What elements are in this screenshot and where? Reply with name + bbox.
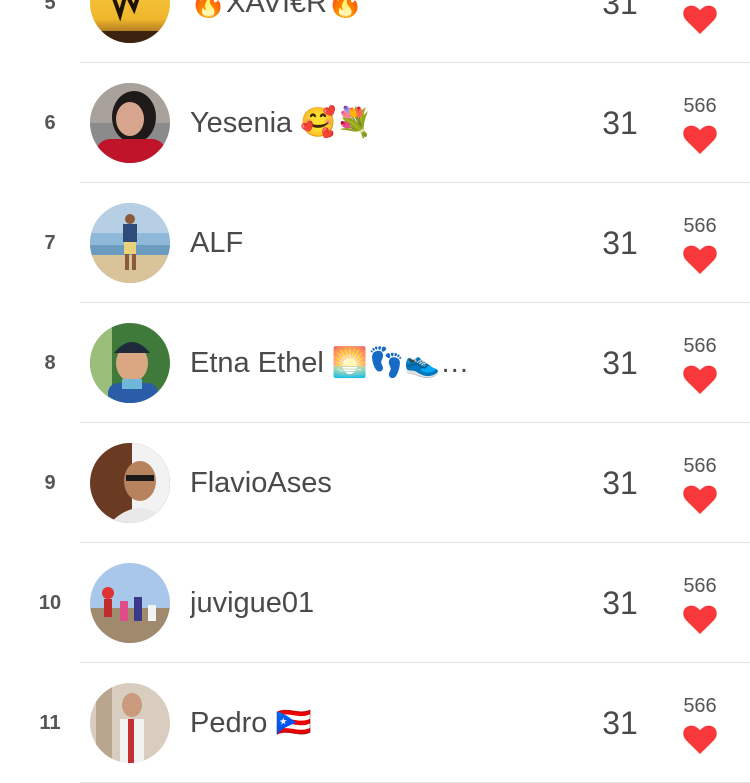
leaderboard-row[interactable]: 8 Etna Ethel 🌅👣👟… 31 566	[0, 303, 750, 423]
like-count: 566	[683, 575, 717, 597]
silhouette-sunset-avatar[interactable]	[90, 0, 170, 43]
rank-number: 11	[39, 712, 61, 734]
like-count: 566	[683, 95, 717, 117]
user-photo-avatar[interactable]	[90, 83, 170, 163]
player-name[interactable]: 🔥XAVI€R🔥	[190, 0, 570, 21]
player-name[interactable]: Yesenia 🥰💐	[190, 105, 570, 141]
rank-number: 8	[44, 352, 56, 374]
heart-icon[interactable]	[683, 365, 717, 395]
rank-number: 6	[44, 112, 56, 134]
beach-photo-avatar[interactable]	[90, 203, 170, 283]
score-value: 31	[602, 105, 638, 141]
score-value: 31	[602, 705, 638, 741]
player-name[interactable]: juvigue01	[190, 585, 570, 621]
leaderboard-row[interactable]: 10 juvigue01 31 566	[0, 543, 750, 663]
rank-number: 5	[44, 0, 56, 14]
user-photo-avatar[interactable]	[90, 443, 170, 523]
leaderboard-row[interactable]: 6 Yesenia 🥰💐 31 566	[0, 63, 750, 183]
like-count: 566	[683, 215, 717, 237]
player-name[interactable]: Pedro 🇵🇷	[190, 705, 570, 741]
like-count: 566	[683, 335, 717, 357]
like-count: 566	[683, 695, 717, 717]
heart-icon[interactable]	[683, 485, 717, 515]
like-count: 566	[683, 455, 717, 477]
leaderboard-row[interactable]: 5 🔥XAVI€R🔥 31	[0, 0, 750, 63]
score-value: 31	[602, 465, 638, 501]
leaderboard-row[interactable]: 7 ALF 31 566	[0, 183, 750, 303]
player-name[interactable]: ALF	[190, 225, 570, 261]
user-photo-avatar[interactable]	[90, 683, 170, 763]
group-photo-avatar[interactable]	[90, 563, 170, 643]
rank-number: 9	[44, 472, 56, 494]
heart-icon[interactable]	[683, 245, 717, 275]
heart-icon[interactable]	[683, 605, 717, 635]
score-value: 31	[602, 345, 638, 381]
player-name[interactable]: Etna Ethel 🌅👣👟…	[190, 345, 570, 381]
score-value: 31	[602, 0, 638, 21]
leaderboard-row[interactable]: 11 Pedro 🇵🇷 31 566	[0, 663, 750, 783]
score-value: 31	[602, 225, 638, 261]
heart-icon[interactable]	[683, 5, 717, 35]
leaderboard-list: 5 🔥XAVI€R🔥 31 6 Yesenia 🥰💐 31 566 7 ALF 31 566 8 Etn…	[0, 0, 750, 783]
rank-number: 10	[38, 592, 62, 614]
rank-number: 7	[44, 232, 56, 254]
score-value: 31	[602, 585, 638, 621]
heart-icon[interactable]	[683, 125, 717, 155]
leaderboard-row[interactable]: 9 FlavioAses 31 566	[0, 423, 750, 543]
player-name[interactable]: FlavioAses	[190, 465, 570, 501]
heart-icon[interactable]	[683, 725, 717, 755]
user-photo-avatar[interactable]	[90, 323, 170, 403]
